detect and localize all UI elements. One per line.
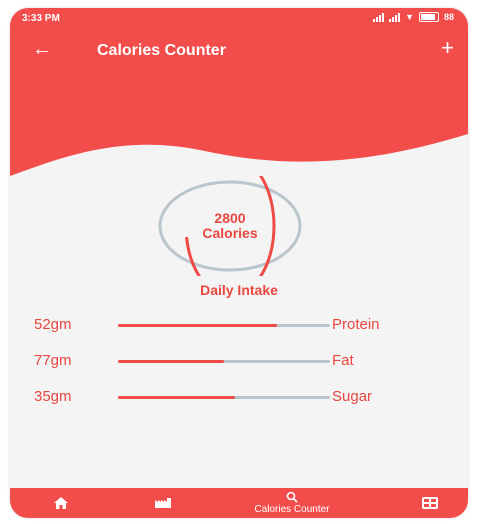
bottom-nav: Calories Counter bbox=[10, 488, 468, 518]
sugar-progress-track bbox=[118, 396, 330, 399]
battery-icon bbox=[418, 12, 439, 22]
fat-progress-track bbox=[118, 360, 330, 363]
protein-progress-fill bbox=[118, 324, 277, 327]
sugar-progress-fill bbox=[118, 396, 235, 399]
app-bar: ← Calories Counter + bbox=[10, 30, 468, 73]
signal-icon-2 bbox=[389, 12, 401, 22]
fat-label: Fat bbox=[332, 352, 354, 369]
nav-home[interactable] bbox=[46, 488, 76, 518]
nav-calories-counter-label: Calories Counter bbox=[254, 504, 330, 515]
status-icons: ▼ 88 bbox=[373, 12, 454, 22]
calorie-unit: Calories bbox=[202, 225, 258, 241]
fat-amount: 77gm bbox=[34, 352, 72, 369]
nutrient-row-fat: 77gm Fat bbox=[10, 350, 468, 372]
sugar-label: Sugar bbox=[332, 388, 373, 405]
status-bar: 3:33 PM ▼ 88 bbox=[10, 8, 468, 30]
daily-intake-title: Daily Intake bbox=[200, 282, 278, 298]
fat-progress-fill bbox=[118, 360, 224, 363]
wifi-icon: ▼ bbox=[405, 12, 414, 22]
back-arrow-icon[interactable]: ← bbox=[32, 38, 52, 60]
page-title: Calories Counter bbox=[97, 42, 226, 59]
nav-factory[interactable] bbox=[148, 488, 178, 518]
nav-grid[interactable] bbox=[415, 488, 445, 518]
protein-progress-track bbox=[118, 324, 330, 327]
nav-calories-counter[interactable]: Calories Counter bbox=[232, 488, 352, 518]
phone-screen: 3:33 PM ▼ 88 ← Calories Counter + 2800 C… bbox=[10, 8, 468, 518]
calorie-ring: 2800 Calories bbox=[155, 154, 305, 298]
factory-icon bbox=[155, 498, 171, 508]
signal-icon bbox=[373, 12, 385, 22]
nutrient-row-sugar: 35gm Sugar bbox=[10, 386, 468, 408]
home-icon bbox=[54, 497, 68, 509]
protein-amount: 52gm bbox=[34, 316, 72, 333]
battery-level: 88 bbox=[443, 12, 454, 22]
protein-label: Protein bbox=[332, 316, 380, 333]
status-time: 3:33 PM bbox=[22, 13, 60, 24]
add-icon[interactable]: + bbox=[441, 36, 454, 60]
nutrient-row-protein: 52gm Protein bbox=[10, 314, 468, 336]
grid-icon bbox=[422, 497, 438, 509]
calorie-ring-text: 2800 Calories bbox=[155, 176, 305, 276]
sugar-amount: 35gm bbox=[34, 388, 72, 405]
calorie-value: 2800 bbox=[214, 210, 246, 226]
search-icon bbox=[286, 491, 298, 503]
